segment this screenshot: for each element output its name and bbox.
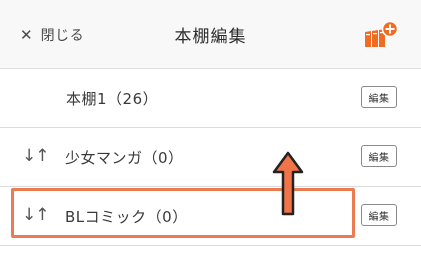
shelf-name: 本棚1（26） bbox=[66, 90, 159, 108]
sort-handle-icon[interactable]: ↓↑ bbox=[22, 146, 49, 166]
add-bookshelf-icon bbox=[365, 20, 399, 47]
shelf-name: BLコミック（0） bbox=[65, 208, 188, 226]
page-title: 本棚編集 bbox=[174, 27, 247, 47]
shelf-row: ↓↑ BLコミック（0） 編集 bbox=[0, 187, 421, 246]
shelf-name: 少女マンガ（0） bbox=[65, 149, 184, 167]
edit-shelf-button[interactable]: 編集 bbox=[361, 145, 397, 167]
add-bookshelf-button[interactable] bbox=[362, 20, 402, 52]
edit-shelf-button[interactable]: 編集 bbox=[361, 86, 397, 108]
shelf-row: 本棚1（26） 編集 bbox=[0, 69, 421, 128]
bookshelf-edit-screen: ✕ 閉じる 本棚編集 本棚1（26） 編集 ↓↑ 少女マンガ（0） 編集 ↓↑ … bbox=[0, 0, 421, 258]
edit-shelf-button[interactable]: 編集 bbox=[361, 204, 397, 226]
sort-handle-icon[interactable]: ↓↑ bbox=[22, 205, 49, 225]
header-bar: ✕ 閉じる 本棚編集 bbox=[0, 0, 421, 69]
shelf-row: ↓↑ 少女マンガ（0） 編集 bbox=[0, 128, 421, 187]
